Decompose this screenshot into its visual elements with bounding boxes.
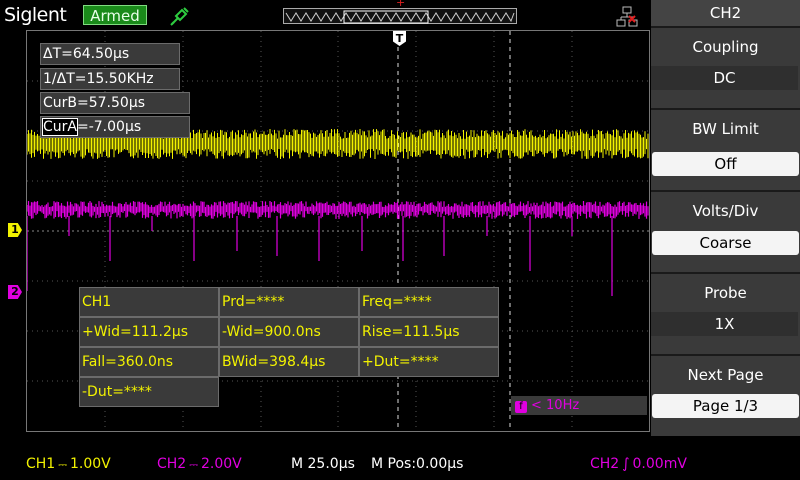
- next-page-value[interactable]: Page 1/3: [652, 394, 799, 418]
- menu-coupling[interactable]: Coupling ◀ DC: [651, 26, 800, 108]
- measure-neg-duty: -Dut=****: [79, 377, 219, 407]
- dc-coupling-icon: ⎓: [189, 458, 198, 471]
- measure-burst-width: BWid=398.4µs: [219, 347, 359, 377]
- coupling-value[interactable]: DC: [651, 66, 798, 90]
- ch1-status-value: 1.00V: [70, 456, 111, 472]
- cursor-inverse-delta-t: 1/ΔT=15.50KHz: [40, 68, 180, 90]
- trigger-status-badge: Armed: [83, 5, 147, 25]
- cursor-a-value: CurA=-7.00µs: [40, 116, 190, 138]
- volts-div-label: Volts/Div: [692, 202, 759, 220]
- trigger-position-view: [283, 8, 517, 24]
- menu-title: CH2: [651, 0, 800, 26]
- trigger-level: 0.00mV: [632, 456, 687, 472]
- trigger-position-marker: +: [396, 0, 406, 9]
- volts-div-value[interactable]: Coarse: [652, 231, 799, 255]
- cursor-a-readout: =-7.00µs: [76, 119, 142, 135]
- menu-volts-div[interactable]: Volts/Div Coarse: [651, 190, 800, 272]
- cursor-a-label: CurA: [42, 118, 78, 136]
- menu-probe[interactable]: Probe ◀ 1X: [651, 272, 800, 354]
- probe-icon: [170, 7, 189, 26]
- horizontal-position-status[interactable]: M Pos:0.00µs: [371, 456, 463, 472]
- next-page-label: Next Page: [687, 366, 764, 384]
- measure-pos-width: +Wid=111.2µs: [79, 317, 219, 347]
- dc-coupling-icon: ⎓: [58, 458, 67, 471]
- network-disconnected-icon: [616, 6, 638, 27]
- frequency-counter-value: < 10Hz: [531, 398, 580, 413]
- cursor-delta-t: ΔT=64.50µs: [40, 43, 180, 65]
- probe-value[interactable]: 1X: [651, 312, 798, 336]
- cursor-b-value: CurB=57.50µs: [40, 92, 190, 114]
- measure-rise: Rise=111.5µs: [359, 317, 499, 347]
- channel-menu: CH2 Coupling ◀ DC BW Limit Off Volts/Div…: [651, 0, 800, 436]
- measure-fall: Fall=360.0ns: [79, 347, 219, 377]
- ch1-status-label: CH1: [26, 456, 56, 472]
- timebase-status[interactable]: M 25.0µs: [291, 456, 355, 472]
- bw-limit-value[interactable]: Off: [652, 152, 799, 176]
- ch1-status[interactable]: CH1 ⎓ 1.00V: [26, 456, 111, 472]
- ch1-offset-marker[interactable]: 1: [8, 223, 22, 237]
- ch2-status[interactable]: CH2 ⎓ 2.00V: [157, 456, 242, 472]
- frequency-counter-icon: f: [515, 401, 527, 413]
- trigger-status[interactable]: CH2 ∫ 0.00mV: [590, 456, 687, 472]
- ch2-status-value: 2.00V: [201, 456, 242, 472]
- bw-limit-label: BW Limit: [692, 120, 759, 138]
- measure-pos-duty: +Dut=****: [359, 347, 499, 377]
- measure-frequency: Freq=****: [359, 287, 499, 317]
- brand-logo: Siglent: [4, 4, 67, 26]
- trigger-source: CH2: [590, 456, 620, 472]
- ch2-offset-marker[interactable]: 2: [8, 285, 22, 299]
- measure-source: CH1: [79, 287, 219, 317]
- frequency-counter: f < 10Hz: [511, 396, 647, 415]
- measure-neg-width: -Wid=900.0ns: [219, 317, 359, 347]
- menu-next-page[interactable]: Next Page Page 1/3: [651, 354, 800, 436]
- ch2-status-label: CH2: [157, 456, 187, 472]
- measure-period: Prd=****: [219, 287, 359, 317]
- menu-bw-limit[interactable]: BW Limit Off: [651, 108, 800, 190]
- probe-label: Probe: [704, 284, 747, 302]
- rising-edge-icon: ∫: [622, 456, 630, 472]
- coupling-label: Coupling: [692, 38, 759, 56]
